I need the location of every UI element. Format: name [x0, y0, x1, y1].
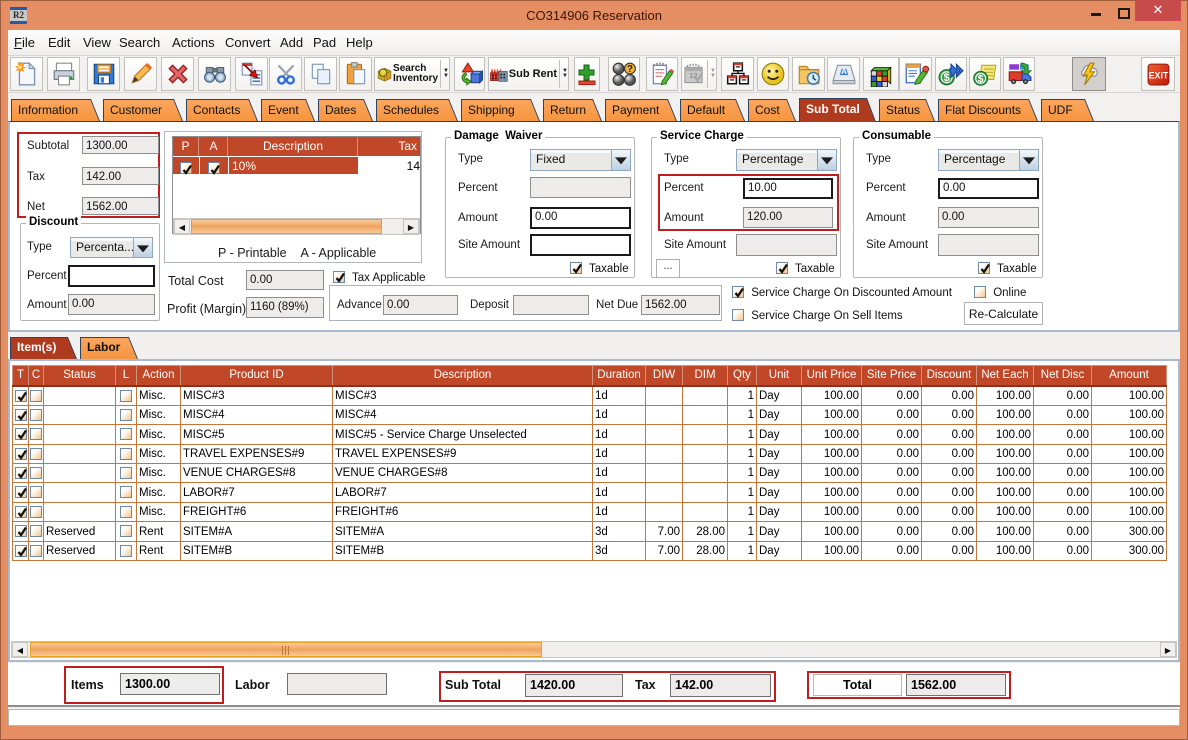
svg-text:A: A	[841, 67, 847, 76]
svg-text:$: $	[944, 72, 950, 84]
svg-text:EXIT: EXIT	[1148, 70, 1168, 80]
svg-text:$: $	[978, 74, 984, 85]
svg-text:?: ?	[627, 64, 633, 75]
